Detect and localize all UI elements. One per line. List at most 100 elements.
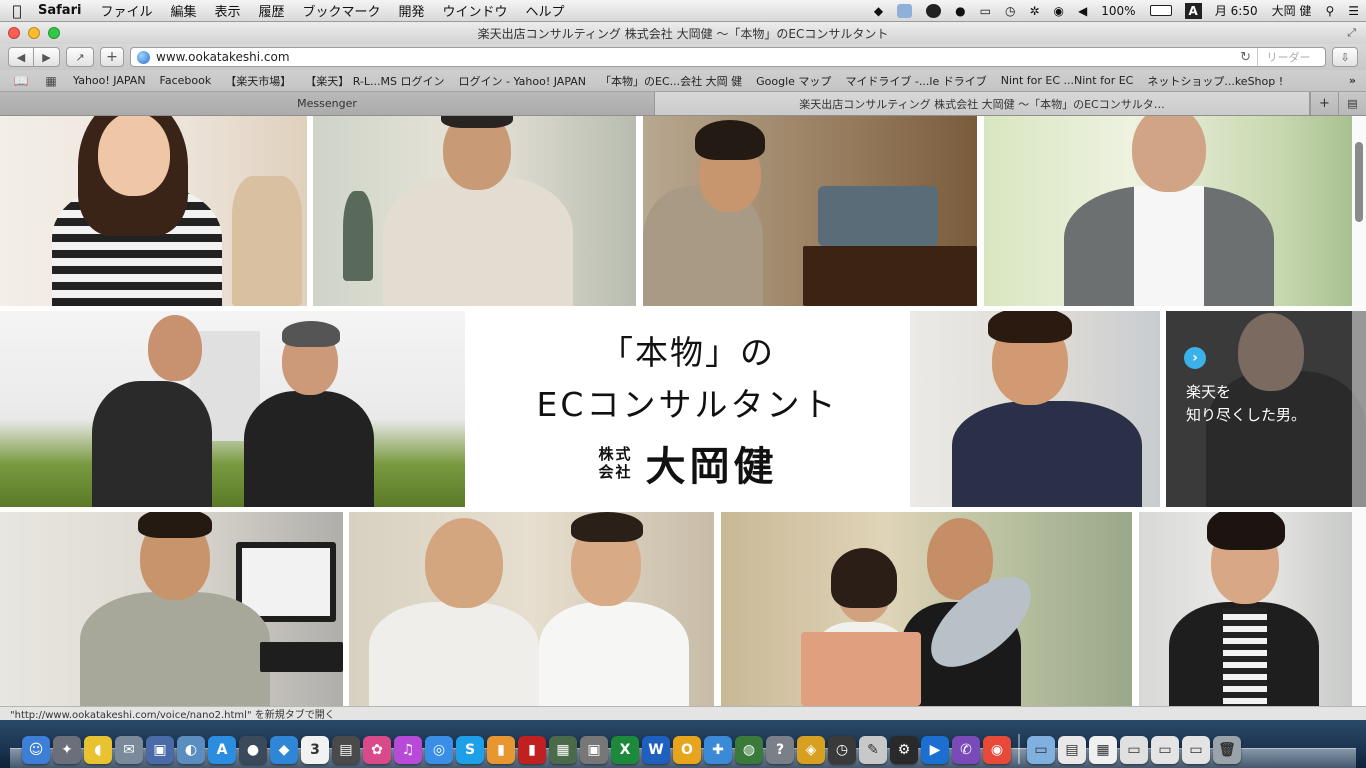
menubar-user[interactable]: 大岡 健 [1265, 0, 1319, 22]
trash-icon[interactable]: 🗑 [1213, 736, 1241, 764]
menu-history[interactable]: 履歴 [249, 1, 293, 20]
photo-woman-striped-shirt[interactable] [0, 116, 307, 306]
itunes-icon[interactable]: ♫ [394, 736, 422, 764]
picasa-icon[interactable]: ✿ [363, 736, 391, 764]
photo-icon[interactable]: ▦ [549, 736, 577, 764]
facetime-icon[interactable]: ● [239, 736, 267, 764]
spreadsheet-stack-icon[interactable]: ▦ [1089, 736, 1117, 764]
safari-icon[interactable]: ◎ [425, 736, 453, 764]
app-menu[interactable]: Safari [34, 3, 91, 18]
menu-bookmarks[interactable]: ブックマーク [294, 1, 390, 20]
screenshot-icon[interactable]: ▣ [580, 736, 608, 764]
photo-man-office-desk[interactable] [0, 512, 343, 706]
menubar-clock[interactable]: 月 6:50 [1208, 0, 1265, 22]
close-window-button[interactable] [8, 27, 20, 39]
app-store-icon[interactable]: A [208, 736, 236, 764]
top-sites-icon[interactable]: ▦ [36, 74, 66, 88]
menu-window[interactable]: ウインドウ [434, 1, 517, 20]
photo-browser-icon[interactable]: ▣ [146, 736, 174, 764]
outlook-icon[interactable]: O [673, 736, 701, 764]
photo-man-glasses-park[interactable] [984, 116, 1352, 306]
tab-overview-button[interactable]: ▤ [1338, 92, 1366, 115]
input-method-icon[interactable]: A [1184, 2, 1202, 19]
page-scrollbar[interactable] [1352, 116, 1366, 706]
launchpad-icon[interactable]: ✦ [53, 736, 81, 764]
bookmark-item[interactable]: ログイン - Yahoo! JAPAN [452, 73, 594, 89]
notification-center-icon[interactable]: ☰ [1341, 0, 1366, 22]
minimize-window-button[interactable] [28, 27, 40, 39]
bookmark-item[interactable]: Nint for EC ...Nint for EC [994, 74, 1141, 87]
photo-fish-market[interactable] [721, 512, 1132, 706]
clock-icon[interactable]: ◷ [828, 736, 856, 764]
cyberduck-icon[interactable]: ◖ [84, 736, 112, 764]
zoom-window-button[interactable] [48, 27, 60, 39]
wifi-icon[interactable]: ◉ [1047, 0, 1071, 22]
feature-card-rakuten[interactable]: › 楽天を 知り尽くした男。 [1166, 311, 1366, 507]
video-icon[interactable]: ▶ [921, 736, 949, 764]
document-stack-icon[interactable]: ▤ [1058, 736, 1086, 764]
photo-man-glasses-outdoor[interactable] [1139, 512, 1352, 706]
preview-icon[interactable]: ◐ [177, 736, 205, 764]
tab-messenger[interactable]: Messenger [0, 92, 655, 115]
bookmark-item[interactable]: 「本物」のEC...会社 大岡 健 [593, 73, 749, 89]
time-machine-icon[interactable]: ◷ [998, 0, 1022, 22]
menu-edit[interactable]: 編集 [161, 1, 205, 20]
tab-ookatakeshi[interactable]: 楽天出店コンサルティング 株式会社 大岡健 〜「本物」のECコンサルタ… [655, 92, 1310, 115]
add-bookmark-button[interactable]: + [100, 47, 124, 67]
finder-icon[interactable]: ☺ [22, 736, 50, 764]
app-status-icon[interactable] [919, 0, 948, 22]
photo-two-men-shop[interactable] [349, 512, 714, 706]
forward-button[interactable]: ▶ [34, 47, 60, 67]
share-button[interactable]: ↗ [66, 47, 94, 67]
new-tab-button[interactable]: + [1310, 92, 1338, 115]
chrome-icon[interactable]: ◉ [983, 736, 1011, 764]
bookmark-item[interactable]: Google マップ [749, 73, 838, 89]
fullscreen-icon[interactable]: ⤢ [1347, 26, 1356, 40]
scrollbar-thumb[interactable] [1355, 142, 1363, 222]
downloads-button[interactable]: ⇩ [1332, 47, 1358, 67]
skype-status-icon[interactable]: ● [948, 0, 972, 22]
dropbox-icon[interactable]: ◆ [270, 736, 298, 764]
system-icon[interactable]: ⚙ [890, 736, 918, 764]
battery-icon[interactable] [1143, 0, 1179, 22]
sketch-icon[interactable]: ✎ [859, 736, 887, 764]
image-stack-icon[interactable]: ▭ [1182, 736, 1210, 764]
mail-icon[interactable]: ✉ [115, 736, 143, 764]
photo-craftsman-workbench[interactable] [643, 116, 977, 306]
reload-icon[interactable]: ↻ [1240, 50, 1251, 65]
ibooks-icon[interactable]: ▮ [487, 736, 515, 764]
bookmark-item[interactable]: 【楽天市場】 [218, 73, 298, 89]
viber-icon[interactable]: ✆ [952, 736, 980, 764]
menu-view[interactable]: 表示 [205, 1, 249, 20]
dropbox-status-icon[interactable]: ◆ [867, 0, 890, 22]
apple-menu-icon[interactable]:  [0, 2, 34, 20]
help-icon[interactable]: ? [766, 736, 794, 764]
url-field[interactable]: www.ookatakeshi.com ↻ リーダー [130, 47, 1326, 67]
bookmark-item[interactable]: ネットショップ...keShop ! [1140, 73, 1290, 89]
document-icon[interactable]: ▭ [1120, 736, 1148, 764]
messenger-icon[interactable]: ✚ [704, 736, 732, 764]
notes-icon[interactable]: ▤ [332, 736, 360, 764]
airplay-icon[interactable]: ▭ [973, 0, 998, 22]
spotlight-icon[interactable]: ⚲ [1318, 0, 1341, 22]
bookmark-item[interactable]: Facebook [153, 74, 219, 87]
calendar-icon[interactable]: 3 [301, 736, 329, 764]
photo-man-workwear[interactable] [313, 116, 636, 306]
bookmark-item[interactable]: 【楽天】 R-L...MS ログイン [298, 73, 451, 89]
photo-young-man-smiling[interactable] [910, 311, 1160, 507]
excel-icon[interactable]: X [611, 736, 639, 764]
word-icon[interactable]: W [642, 736, 670, 764]
bookmark-item[interactable]: Yahoo! JAPAN [66, 74, 153, 87]
bluetooth-icon[interactable]: ✲ [1022, 0, 1046, 22]
menu-file[interactable]: ファイル [91, 1, 161, 20]
shield-icon[interactable]: ◈ [797, 736, 825, 764]
skype-icon[interactable]: S [456, 736, 484, 764]
menu-develop[interactable]: 開発 [390, 1, 434, 20]
reader-button[interactable]: リーダー [1257, 48, 1319, 66]
book-icon[interactable]: ▮ [518, 736, 546, 764]
network-icon[interactable]: ◍ [735, 736, 763, 764]
back-button[interactable]: ◀ [8, 47, 34, 67]
volume-icon[interactable]: ◀ [1071, 0, 1094, 22]
sync-status-icon[interactable] [890, 0, 919, 22]
screenshot-stack-icon[interactable]: ▭ [1151, 736, 1179, 764]
